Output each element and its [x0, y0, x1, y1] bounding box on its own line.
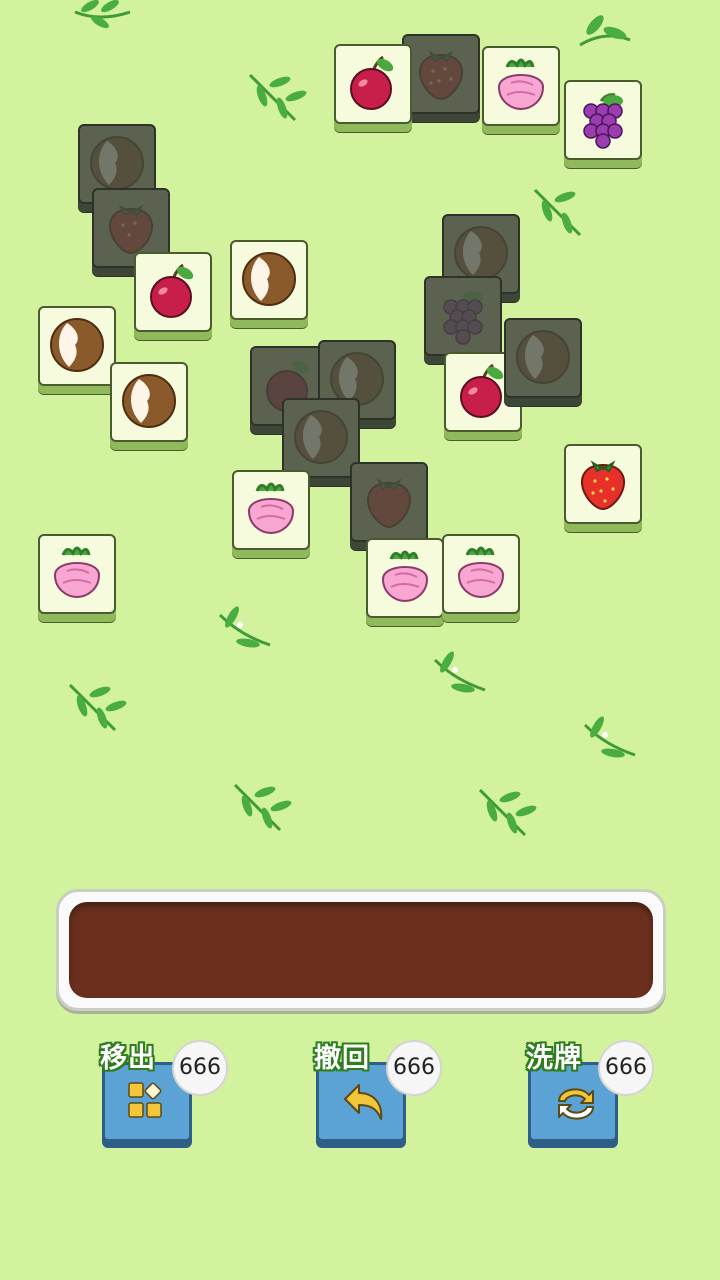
shuffle-tool[interactable]: 洗牌 666: [526, 1040, 666, 1150]
move-out-icon: [128, 1082, 162, 1118]
radish-icon: [53, 546, 101, 599]
tile-radish[interactable]: [38, 534, 116, 614]
move-out-tool[interactable]: 移出 666: [100, 1040, 240, 1150]
strawberry-icon: [581, 460, 625, 511]
tile-cherry[interactable]: [134, 252, 212, 332]
leaf-decoration: [579, 15, 631, 47]
undo-count: 666: [386, 1040, 442, 1096]
tile-coconut[interactable]: [110, 362, 188, 442]
leaf-decoration: [233, 783, 292, 832]
tile-grape[interactable]: [564, 80, 642, 160]
move-out-count: 666: [172, 1040, 228, 1096]
tile-coconut: [282, 398, 360, 478]
tile-radish[interactable]: [232, 470, 310, 550]
strawberry-icon: [109, 204, 153, 255]
game-board: [0, 0, 720, 870]
coconut-icon: [294, 410, 348, 464]
tile-coconut: [504, 318, 582, 398]
strawberry-icon: [367, 478, 411, 529]
coconut-icon: [242, 252, 296, 306]
tile-radish[interactable]: [482, 46, 560, 126]
undo-tool[interactable]: 撤回 666: [314, 1040, 454, 1150]
radish-icon: [247, 482, 295, 535]
tile-radish[interactable]: [442, 534, 520, 614]
tile-strawberry: [402, 34, 480, 114]
cherry-icon: [350, 55, 394, 110]
coconut-icon: [90, 136, 144, 190]
undo-label: 撤回: [314, 1043, 370, 1074]
shuffle-count: 666: [598, 1040, 654, 1096]
leaf-decoration: [218, 606, 271, 648]
tile-strawberry[interactable]: [564, 444, 642, 524]
cherry-icon: [150, 263, 194, 318]
shuffle-label: 洗牌: [526, 1043, 582, 1074]
tile-strawberry: [350, 462, 428, 542]
tile-cherry[interactable]: [334, 44, 412, 124]
leaf-decoration: [478, 788, 537, 837]
move-out-label: 移出: [100, 1043, 156, 1074]
radish-icon: [497, 58, 545, 111]
leaf-decoration: [433, 651, 486, 693]
strawberry-icon: [419, 50, 463, 101]
leaf-decoration: [68, 683, 127, 732]
leaf-decoration: [533, 188, 582, 237]
grape-icon: [583, 93, 623, 149]
tile-tray: [56, 889, 666, 1011]
tray-slots: [69, 902, 653, 998]
coconut-icon: [122, 374, 176, 428]
tile-coconut[interactable]: [38, 306, 116, 386]
shuffle-icon: [558, 1088, 594, 1120]
leaf-decoration: [74, 0, 131, 29]
tile-coconut[interactable]: [230, 240, 308, 320]
tile-radish[interactable]: [366, 538, 444, 618]
radish-icon: [381, 550, 429, 603]
coconut-icon: [50, 318, 104, 372]
tile-grape: [424, 276, 502, 356]
grape-icon: [443, 291, 483, 345]
coconut-icon: [516, 330, 570, 384]
radish-icon: [457, 546, 505, 599]
leaf-decoration: [248, 73, 307, 122]
leaf-decoration: [583, 716, 636, 758]
undo-icon: [344, 1084, 383, 1120]
